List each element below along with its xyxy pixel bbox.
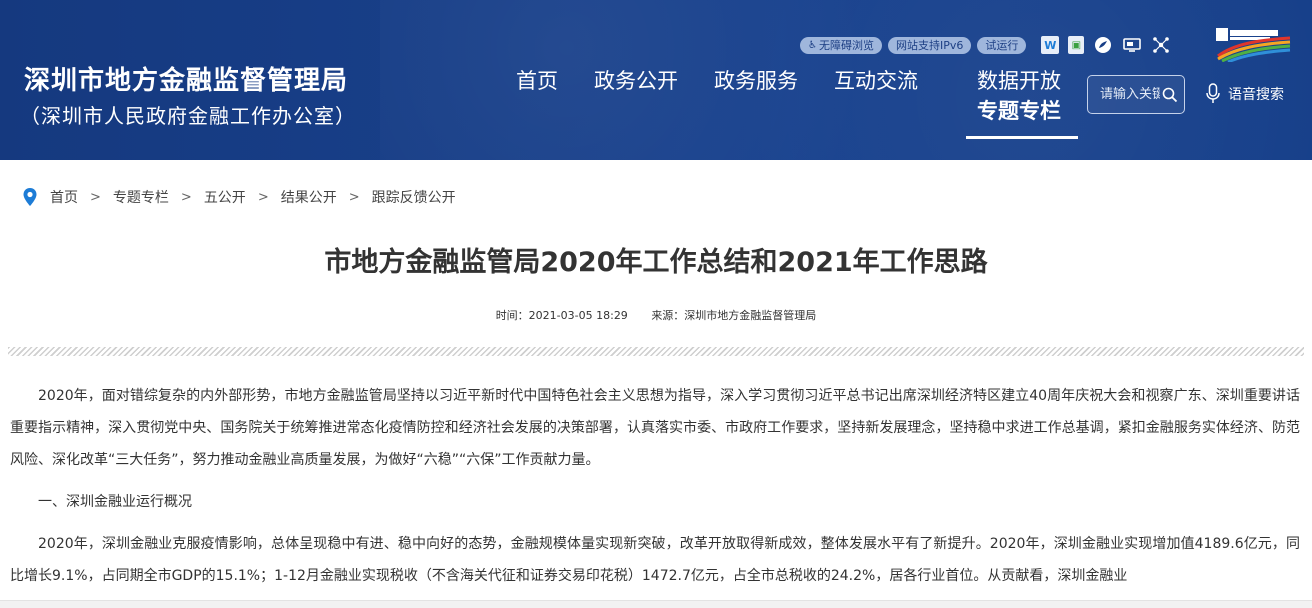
article-title: 市地方金融监管局2020年工作总结和2021年工作思路 [324, 247, 988, 278]
network-svg [1153, 37, 1170, 53]
breadcrumb-separator: > [90, 189, 101, 205]
accessibility-label: 无障碍浏览 [818, 38, 874, 52]
ipv6-label: 网站支持IPv6 [895, 38, 964, 52]
network-icon[interactable] [1151, 36, 1171, 54]
nav-interaction[interactable]: 互动交流 [834, 66, 918, 96]
article-source: 来源：深圳市地方金融监督管理局 [651, 309, 817, 322]
accessibility-icon: ♿ [808, 39, 817, 51]
voice-search-label: 语音搜索 [1228, 87, 1284, 103]
article-paragraph: 2020年，深圳金融业克服疫情影响，总体呈现稳中有进、稳中向好的态势，金融规模体… [10, 536, 1300, 584]
hatched-divider [8, 347, 1304, 356]
nav-special-topics[interactable]: 专题专栏 [977, 96, 1077, 126]
search-input[interactable] [1100, 87, 1160, 102]
breadcrumb-separator: > [180, 189, 192, 205]
breadcrumb-home[interactable]: 首页 [50, 187, 78, 207]
site-header: 深圳市地方金融监督管理局 （深圳市人民政府金融工作办公室） ♿ 无障碍浏览 网站… [0, 0, 1312, 160]
app-icon[interactable]: ▣ [1068, 36, 1085, 54]
breadcrumb-separator: > [257, 189, 269, 205]
site-subtitle: （深圳市人民政府金融工作办公室） [20, 104, 356, 128]
utility-bar: ♿ 无障碍浏览 网站支持IPv6 试运行 W ▣ [800, 36, 1171, 54]
article-time: 时间：2021-03-05 18:29 [495, 309, 628, 322]
breadcrumb-result-disclosure[interactable]: 结果公开 [281, 187, 337, 207]
tv-svg [1123, 38, 1142, 52]
nav-home[interactable]: 首页 [516, 66, 558, 96]
breadcrumb-five-disclosures[interactable]: 五公开 [204, 187, 246, 207]
nav-stack: 数据开放 专题专栏 [977, 66, 1077, 126]
wechat-icon[interactable] [1093, 36, 1113, 54]
article-section-heading: 一、深圳金融业运行概况 [38, 494, 192, 510]
nav-active-underline [966, 136, 1078, 139]
nav-gov-affairs-open[interactable]: 政务公开 [594, 66, 678, 96]
trial-run-label: 试运行 [985, 38, 1019, 52]
main-nav: 首页 政务公开 政务服务 互动交流 [516, 66, 954, 96]
article-paragraph: 2020年，面对错综复杂的内外部形势，市地方金融监管局坚持以习近平新时代中国特色… [10, 388, 1300, 468]
article-meta: 时间：2021-03-05 18:29 来源：深圳市地方金融监督管理局 [0, 307, 1312, 323]
voice-search-button[interactable]: 语音搜索 [1206, 83, 1284, 105]
breadcrumb: 首页 > 专题专栏 > 五公开 > 结果公开 > 跟踪反馈公开 [22, 186, 456, 208]
weibo-square-icon[interactable]: W [1041, 36, 1060, 54]
shenzhen-logo[interactable] [1214, 24, 1292, 64]
tv-icon[interactable] [1122, 36, 1142, 54]
wechat-svg [1095, 37, 1112, 53]
article-content: 2020年，面对错综复杂的内外部形势，市地方金融监管局坚持以习近平新时代中国特色… [10, 380, 1300, 602]
nav-gov-services[interactable]: 政务服务 [714, 66, 798, 96]
microphone-icon [1206, 83, 1220, 103]
shenzhen-logo-svg [1216, 28, 1291, 64]
horizontal-scrollbar[interactable] [0, 600, 1312, 608]
ipv6-badge[interactable]: 网站支持IPv6 [887, 36, 972, 54]
breadcrumb-tracking-feedback[interactable]: 跟踪反馈公开 [372, 187, 456, 207]
site-title[interactable]: 深圳市地方金融监督管理局 [24, 60, 348, 97]
breadcrumb-special-topics[interactable]: 专题专栏 [113, 187, 169, 207]
search-box[interactable] [1087, 75, 1185, 114]
trial-run-badge[interactable]: 试运行 [977, 36, 1027, 54]
accessibility-button[interactable]: ♿ 无障碍浏览 [800, 36, 882, 54]
location-pin-icon [23, 188, 37, 206]
nav-open-data[interactable]: 数据开放 [977, 66, 1077, 96]
search-icon[interactable] [1162, 87, 1178, 103]
breadcrumb-separator: > [348, 189, 360, 205]
